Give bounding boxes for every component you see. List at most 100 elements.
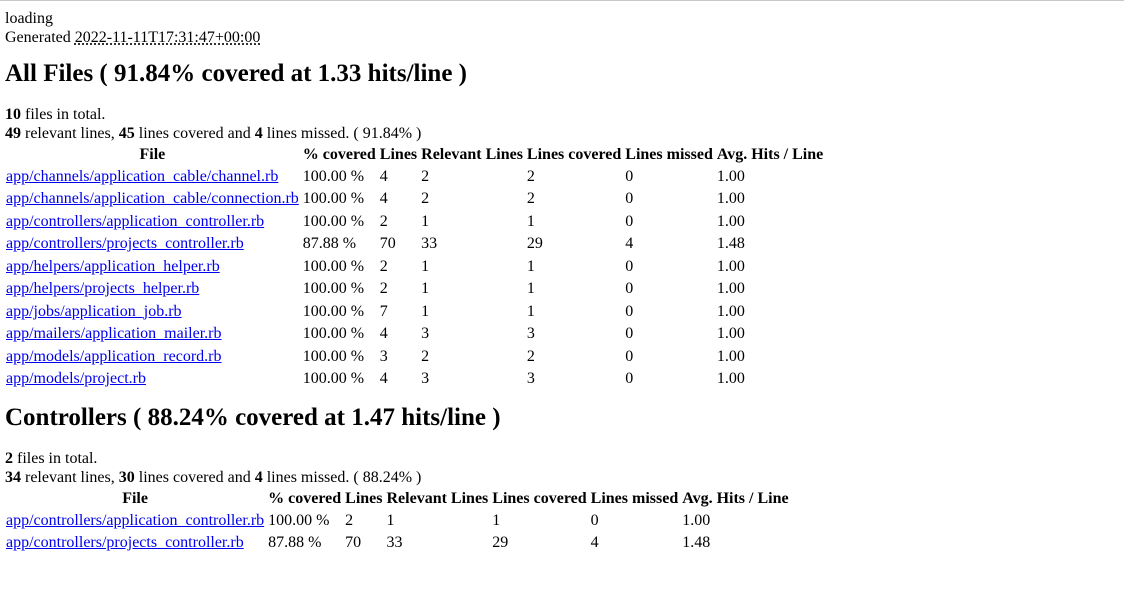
- missed-count: 4: [254, 469, 263, 486]
- table-row: app/models/application_record.rb 100.00 %…: [5, 345, 824, 368]
- cell-file: app/jobs/application_job.rb: [5, 300, 300, 323]
- cell-lines-missed: 0: [625, 167, 634, 185]
- files-total-text: files in total.: [21, 106, 106, 123]
- cell-lines-missed: 0: [625, 370, 634, 388]
- table-row: app/helpers/application_helper.rb 100.00 …: [5, 255, 824, 278]
- cell-lines-missed: 0: [625, 325, 634, 343]
- file-link[interactable]: app/channels/application_cable/connectio…: [6, 190, 299, 207]
- cell-avg-hits: 1.00: [716, 190, 745, 208]
- cell-relevant-lines: 2: [421, 347, 430, 365]
- file-link[interactable]: app/jobs/application_job.rb: [6, 303, 182, 320]
- table-row: app/controllers/projects_controller.rb 87…: [5, 532, 790, 555]
- cell-file: app/channels/application_cable/channel.r…: [5, 165, 300, 188]
- generated-line: Generated 2022-11-11T17:31:47+00:00: [5, 28, 826, 47]
- table-row: app/channels/application_cable/connectio…: [5, 188, 824, 211]
- table-row: app/controllers/projects_controller.rb 87…: [5, 233, 824, 256]
- header-file: File: [139, 145, 166, 163]
- cell-file: app/mailers/application_mailer.rb: [5, 323, 300, 346]
- cell-file: app/controllers/application_controller.r…: [5, 210, 300, 233]
- cell-avg-hits: 1.00: [716, 212, 745, 230]
- cell-avg-hits: 1.00: [716, 347, 745, 365]
- cell-lines-missed: 0: [625, 190, 634, 208]
- cell-lines-covered: 3: [526, 370, 535, 388]
- header-row: File % covered Lines Relevant Lines Lines co…: [5, 143, 824, 165]
- file-link[interactable]: app/controllers/projects_controller.rb: [6, 235, 244, 252]
- file-link[interactable]: app/controllers/projects_controller.rb: [6, 534, 244, 551]
- cell-lines-covered: 3: [526, 325, 535, 343]
- cell-relevant-lines: 3: [421, 370, 430, 388]
- cell-file: app/models/application_record.rb: [5, 345, 300, 368]
- covered-count: 45: [118, 125, 135, 142]
- file-list-table: File % covered Lines Relevant Lines Lines co…: [3, 487, 792, 554]
- generated-timestamp: 2022-11-11T17:31:47+00:00: [74, 29, 261, 46]
- cell-lines-missed: 0: [590, 511, 599, 529]
- cell-percent-covered: 100.00 %: [302, 302, 365, 320]
- cell-lines: 4: [379, 370, 388, 388]
- file-link[interactable]: app/controllers/application_controller.r…: [6, 213, 264, 230]
- group-summary: 10 files in total. 49 relevant lines, 45…: [5, 105, 826, 143]
- header-lines: Lines: [345, 489, 383, 507]
- cell-avg-hits: 1.00: [716, 257, 745, 275]
- cell-lines-covered: 1: [526, 257, 535, 275]
- file-link[interactable]: app/helpers/application_helper.rb: [6, 258, 220, 275]
- file-link[interactable]: app/helpers/projects_helper.rb: [6, 280, 199, 297]
- cell-lines-missed: 4: [590, 534, 599, 552]
- table-row: app/controllers/application_controller.r…: [5, 509, 790, 532]
- cell-lines-missed: 4: [625, 235, 634, 253]
- table-body: app/controllers/application_controller.r…: [5, 509, 790, 554]
- cell-relevant-lines: 1: [421, 302, 430, 320]
- cell-relevant-lines: 2: [421, 167, 430, 185]
- files-count: 10: [5, 106, 21, 123]
- table-row: app/channels/application_cable/channel.r…: [5, 165, 824, 188]
- group-all-files: All Files ( 91.84% covered at 1.33 hits/…: [5, 59, 826, 390]
- cell-file: app/helpers/application_helper.rb: [5, 255, 300, 278]
- group-summary: 2 files in total. 34 relevant lines, 30 …: [5, 449, 826, 487]
- cell-lines-missed: 0: [625, 280, 634, 298]
- cell-file: app/helpers/projects_helper.rb: [5, 278, 300, 301]
- cell-relevant-lines: 3: [421, 325, 430, 343]
- cell-lines-missed: 0: [625, 257, 634, 275]
- lines-summary-line: 34 relevant lines, 30 lines covered and …: [5, 468, 826, 487]
- cell-avg-hits: 1.00: [716, 302, 745, 320]
- cell-file: app/channels/application_cable/connectio…: [5, 188, 300, 211]
- covered-text: lines covered and: [134, 469, 255, 486]
- cell-lines: 2: [379, 257, 388, 275]
- cell-percent-covered: 100.00 %: [302, 190, 365, 208]
- cell-lines-covered: 1: [526, 302, 535, 320]
- cell-percent-covered: 100.00 %: [302, 212, 365, 230]
- cell-lines: 70: [345, 534, 362, 552]
- cell-avg-hits: 1.48: [716, 235, 745, 253]
- table-header: File % covered Lines Relevant Lines Lines co…: [5, 143, 824, 165]
- cell-lines-missed: 0: [625, 347, 634, 365]
- file-link[interactable]: app/controllers/application_controller.r…: [6, 512, 264, 529]
- header-percent-covered: % covered: [302, 145, 376, 163]
- file-link[interactable]: app/models/application_record.rb: [6, 348, 221, 365]
- cell-file: app/models/project.rb: [5, 368, 300, 391]
- cell-lines: 2: [345, 511, 354, 529]
- cell-relevant-lines: 2: [421, 190, 430, 208]
- cell-lines-covered: 1: [526, 212, 535, 230]
- header-relevant-lines: Relevant Lines: [421, 145, 523, 163]
- cell-relevant-lines: 1: [421, 280, 430, 298]
- cell-file: app/controllers/projects_controller.rb: [5, 532, 265, 555]
- file-link[interactable]: app/mailers/application_mailer.rb: [6, 325, 221, 342]
- files-total-text: files in total.: [13, 450, 98, 467]
- cell-lines-missed: 0: [625, 212, 634, 230]
- group-controllers: Controllers ( 88.24% covered at 1.47 hit…: [5, 403, 826, 554]
- header-avg-hits: Avg. Hits / Line: [716, 145, 824, 163]
- header-lines-missed: Lines missed: [590, 489, 679, 507]
- table-row: app/controllers/application_controller.r…: [5, 210, 824, 233]
- header-row: File % covered Lines Relevant Lines Lines co…: [5, 487, 790, 509]
- table-header: File % covered Lines Relevant Lines Lines co…: [5, 487, 790, 509]
- loading-image-placeholder: loading: [5, 10, 53, 27]
- cell-percent-covered: 100.00 %: [302, 280, 365, 298]
- file-link[interactable]: app/models/project.rb: [6, 370, 146, 387]
- relevant-count: 49: [5, 125, 21, 142]
- header-avg-hits: Avg. Hits / Line: [682, 489, 789, 507]
- cell-avg-hits: 1.00: [682, 511, 711, 529]
- file-link[interactable]: app/channels/application_cable/channel.r…: [6, 168, 278, 185]
- header-lines-covered: Lines covered: [526, 145, 622, 163]
- cell-percent-covered: 100.00 %: [302, 347, 365, 365]
- header-file: File: [122, 489, 148, 507]
- table-row: app/mailers/application_mailer.rb 100.00 …: [5, 323, 824, 346]
